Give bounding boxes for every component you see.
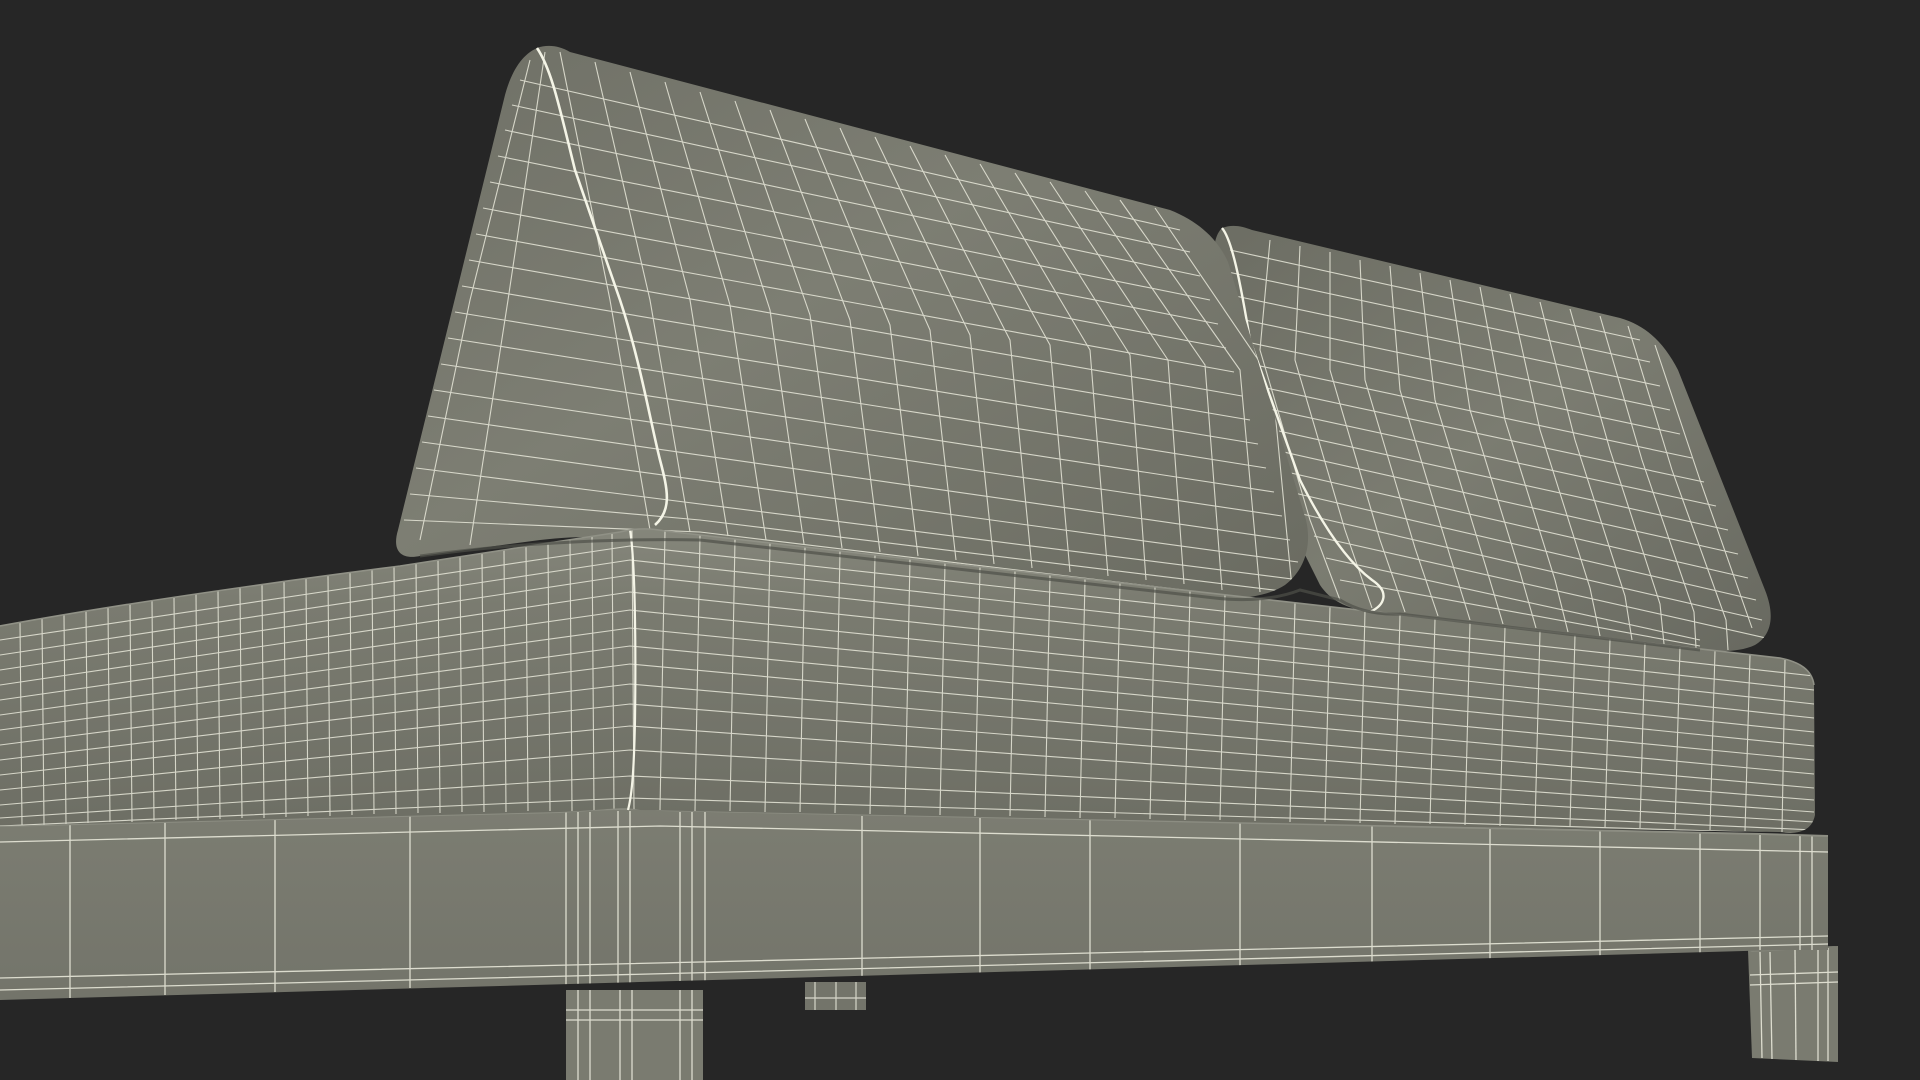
render-viewport [0, 0, 1920, 1080]
leg-right [1748, 946, 1839, 1062]
leg-back [805, 982, 866, 1010]
leg-front [566, 990, 703, 1080]
